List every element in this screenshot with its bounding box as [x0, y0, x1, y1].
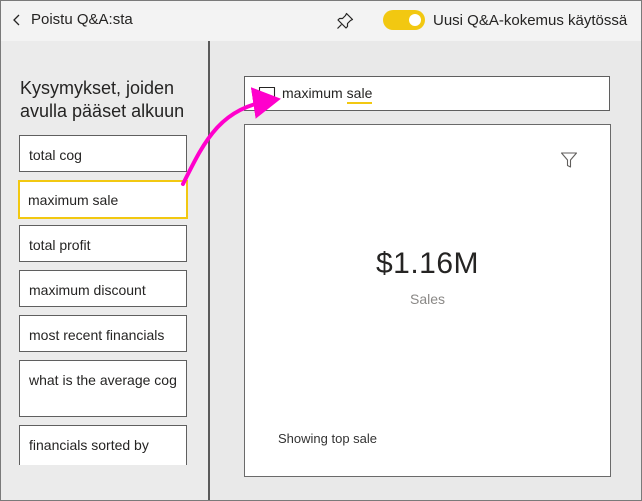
- kpi-value: $1.16M: [375, 247, 480, 280]
- answer-visual-card: $1.16M Sales Showing top sale: [244, 124, 611, 477]
- kpi-label: Sales: [409, 291, 446, 307]
- new-qa-toggle[interactable]: [383, 10, 425, 30]
- suggestion-item[interactable]: total cog: [19, 135, 187, 172]
- query-word: maximum: [282, 85, 343, 101]
- top-bar: Poistu Q&A:sta Uusi Q&A-kokemus käytössä: [1, 1, 641, 41]
- new-qa-toggle-group: Uusi Q&A-kokemus käytössä: [383, 10, 627, 30]
- suggestion-item[interactable]: financials sorted by: [19, 425, 187, 465]
- suggestion-item[interactable]: most recent financials: [19, 315, 187, 352]
- suggestions-pane: Kysymykset, joiden avulla pääset alkuun …: [1, 41, 209, 500]
- suggestion-item[interactable]: what is the average cog: [19, 360, 187, 417]
- new-qa-toggle-label: Uusi Q&A-kokemus käytössä: [433, 11, 628, 29]
- chat-bubble-icon: [258, 86, 276, 101]
- pin-icon[interactable]: [335, 11, 355, 31]
- chevron-left-icon: [13, 14, 20, 25]
- suggestion-item[interactable]: total profit: [19, 225, 187, 262]
- result-pane: maximum sale $1.16M Sales Showing top sa…: [210, 41, 641, 500]
- filter-icon[interactable]: [559, 150, 579, 170]
- exit-qa-label: Poistu Q&A:sta: [31, 11, 133, 28]
- result-footnote: Showing top sale: [278, 431, 378, 446]
- exit-qa-button[interactable]: Poistu Q&A:sta: [9, 11, 133, 28]
- suggestion-item[interactable]: maximum discount: [19, 270, 187, 307]
- qa-question-text[interactable]: maximum sale: [282, 85, 373, 104]
- qa-window: Poistu Q&A:sta Uusi Q&A-kokemus käytössä…: [0, 0, 642, 501]
- query-word-recognized: sale: [346, 85, 373, 104]
- toggle-knob: [409, 14, 421, 26]
- qa-question-box[interactable]: maximum sale: [244, 76, 610, 111]
- suggestions-heading: Kysymykset, joiden avulla pääset alkuun: [20, 78, 185, 121]
- suggestion-item-active[interactable]: maximum sale: [18, 180, 188, 219]
